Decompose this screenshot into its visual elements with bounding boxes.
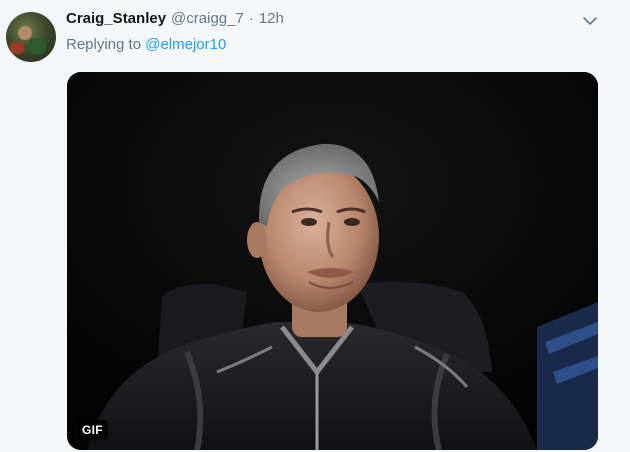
reply-prefix: Replying to xyxy=(66,36,142,53)
tweet-menu-button[interactable] xyxy=(580,12,600,30)
separator: · xyxy=(248,10,254,27)
author-handle[interactable]: @craigg_7 xyxy=(171,10,244,27)
reply-to-link[interactable]: @elmejor10 xyxy=(145,36,226,53)
avatar-detail xyxy=(18,26,32,40)
gif-frame xyxy=(67,72,598,450)
timestamp[interactable]: 12h xyxy=(259,10,284,27)
avatar-detail xyxy=(28,38,46,54)
reply-context: Replying to @elmejor10 xyxy=(66,36,226,53)
gif-media[interactable]: GIF xyxy=(67,72,598,450)
chevron-down-icon xyxy=(583,16,597,25)
author-name[interactable]: Craig_Stanley xyxy=(66,10,166,27)
gif-badge: GIF xyxy=(77,420,108,440)
tweet-header: Craig_Stanley @craigg_7 · 12h xyxy=(66,10,284,27)
tweet: Craig_Stanley @craigg_7 · 12h Replying t… xyxy=(0,0,630,452)
avatar[interactable] xyxy=(6,12,56,62)
avatar-detail xyxy=(10,42,24,54)
